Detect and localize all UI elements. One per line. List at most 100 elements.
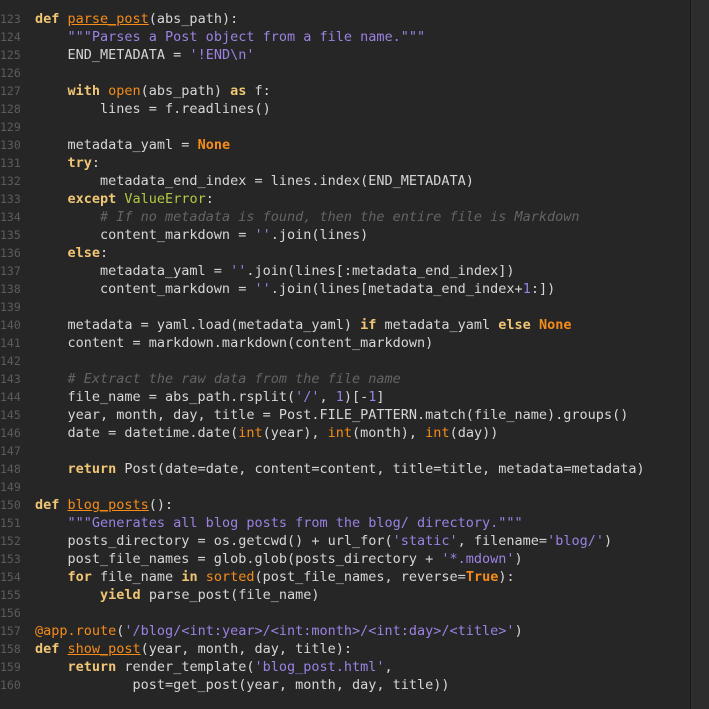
code-line[interactable]: 154 for file_name in sorted(post_file_na…: [0, 568, 690, 586]
code-line[interactable]: 160 post=get_post(year, month, day, titl…: [0, 676, 690, 694]
vertical-scrollbar[interactable]: [690, 0, 709, 709]
code-line[interactable]: 127 with open(abs_path) as f:: [0, 82, 690, 100]
code-token: '': [254, 227, 271, 243]
line-number: 138: [0, 282, 21, 296]
code-line[interactable]: 153 post_file_names = glob.glob(posts_di…: [0, 550, 690, 568]
code-line[interactable]: 142: [0, 352, 690, 370]
code-line[interactable]: 125 END_METADATA = '!END\n': [0, 46, 690, 64]
code-token: (abs_path): [140, 83, 231, 99]
line-number: 158: [0, 642, 21, 656]
code-token: lines = f.readlines(): [35, 101, 271, 117]
code-line[interactable]: 141 content = markdown.markdown(content_…: [0, 334, 690, 352]
code-line[interactable]: 145 year, month, day, title = Post.FILE_…: [0, 406, 690, 424]
line-number: 135: [0, 228, 21, 242]
code-line[interactable]: 136 else:: [0, 244, 690, 262]
code-token: (month),: [352, 425, 426, 441]
code-line[interactable]: 147: [0, 442, 690, 460]
code-line[interactable]: 157 @app.route('/blog/<int:year>/<int:mon…: [0, 622, 690, 640]
code-line[interactable]: 159 return render_template('blog_post.ht…: [0, 658, 690, 676]
code-line[interactable]: 124 """Parses a Post object from a file …: [0, 28, 690, 46]
code-line[interactable]: 149: [0, 478, 690, 496]
line-source: def show_post(year, month, day, title):: [35, 640, 352, 658]
code-line[interactable]: 126: [0, 64, 690, 82]
code-token: # Extract the raw data from the file nam…: [67, 371, 401, 387]
code-editor[interactable]: 123 def parse_post(abs_path): 124 """Parse…: [0, 0, 709, 709]
line-source: return Post(date=date, content=content, …: [35, 460, 645, 478]
code-line[interactable]: 150 def blog_posts():: [0, 496, 690, 514]
code-line[interactable]: 148 return Post(date=date, content=conte…: [0, 460, 690, 478]
code-token: ]: [376, 389, 385, 405]
line-number: 146: [0, 426, 21, 440]
line-source: @app.route('/blog/<int:year>/<int:month>…: [35, 622, 523, 640]
code-token: in: [181, 569, 206, 585]
line-number: 125: [0, 48, 21, 62]
code-token: metadata_yaml =: [35, 263, 231, 279]
line-number: 129: [0, 120, 21, 134]
code-token: 'blog/': [547, 533, 604, 549]
code-line[interactable]: 156: [0, 604, 690, 622]
code-line[interactable]: 151 """Generates all blog posts from the…: [0, 514, 690, 532]
line-source: post=get_post(year, month, day, title)): [35, 676, 450, 694]
code-line[interactable]: 137 metadata_yaml = ''.join(lines[:metad…: [0, 262, 690, 280]
code-line[interactable]: 143 # Extract the raw data from the file…: [0, 370, 690, 388]
line-number: 128: [0, 102, 21, 116]
line-source: END_METADATA = '!END\n': [35, 46, 255, 64]
code-token: show_post: [67, 641, 141, 657]
code-token: '': [230, 263, 247, 279]
code-token: date = datetime.date(: [35, 425, 239, 441]
code-token: '/blog/<int:year>/<int:month>/<int:day>/…: [124, 623, 515, 639]
code-token: for: [67, 569, 101, 585]
code-token: else: [67, 245, 101, 261]
code-token: content_markdown =: [35, 227, 255, 243]
code-line[interactable]: 135 content_markdown = ''.join(lines): [0, 226, 690, 244]
code-line[interactable]: 152 posts_directory = os.getcwd() + url_…: [0, 532, 690, 550]
code-line[interactable]: 123 def parse_post(abs_path):: [0, 10, 690, 28]
code-token: :: [91, 155, 101, 171]
code-line[interactable]: 138 content_markdown = ''.join(lines[met…: [0, 280, 690, 298]
code-line[interactable]: 133 except ValueError:: [0, 190, 690, 208]
code-token: \n: [230, 47, 247, 63]
code-token: else: [498, 317, 539, 333]
code-line[interactable]: 140 metadata = yaml.load(metadata_yaml) …: [0, 316, 690, 334]
code-token: '!END: [189, 47, 231, 63]
code-line[interactable]: 155 yield parse_post(file_name): [0, 586, 690, 604]
code-line[interactable]: 130 metadata_yaml = None: [0, 136, 690, 154]
code-line[interactable]: 158 def show_post(year, month, day, title…: [0, 640, 690, 658]
line-source: content = markdown.markdown(content_mark…: [35, 334, 434, 352]
line-number: 124: [0, 30, 21, 44]
code-line[interactable]: 131 try:: [0, 154, 690, 172]
code-line[interactable]: 134 # If no metadata is found, then the …: [0, 208, 690, 226]
line-number: 150: [0, 498, 21, 512]
code-line[interactable]: 132 metadata_end_index = lines.index(END…: [0, 172, 690, 190]
code-token: .join(lines[metadata_end_index+: [270, 281, 523, 297]
code-token: content_markdown =: [35, 281, 255, 297]
code-token: 1: [522, 281, 531, 297]
code-token: """Parses a Post object from a file name…: [67, 29, 426, 45]
code-token: 'static': [392, 533, 458, 549]
code-token: ): [514, 623, 523, 639]
code-area[interactable]: 123 def parse_post(abs_path): 124 """Parse…: [0, 10, 690, 694]
code-token: 1: [335, 389, 344, 405]
code-token: .join(lines): [270, 227, 369, 243]
code-line[interactable]: 146 date = datetime.date(int(year), int(…: [0, 424, 690, 442]
code-token: if: [360, 317, 385, 333]
code-token: def: [35, 497, 68, 513]
code-token: )[-: [343, 389, 369, 405]
code-token: def: [35, 11, 68, 27]
line-number: 137: [0, 264, 21, 278]
code-token: return: [67, 461, 125, 477]
line-source: def blog_posts():: [35, 496, 173, 514]
code-line[interactable]: 129: [0, 118, 690, 136]
code-line[interactable]: 144 file_name = abs_path.rsplit('/', 1)[…: [0, 388, 690, 406]
code-line[interactable]: 139: [0, 298, 690, 316]
line-source: lines = f.readlines(): [35, 100, 271, 118]
code-line[interactable]: 128 lines = f.readlines(): [0, 100, 690, 118]
code-token: metadata_yaml =: [35, 137, 198, 153]
